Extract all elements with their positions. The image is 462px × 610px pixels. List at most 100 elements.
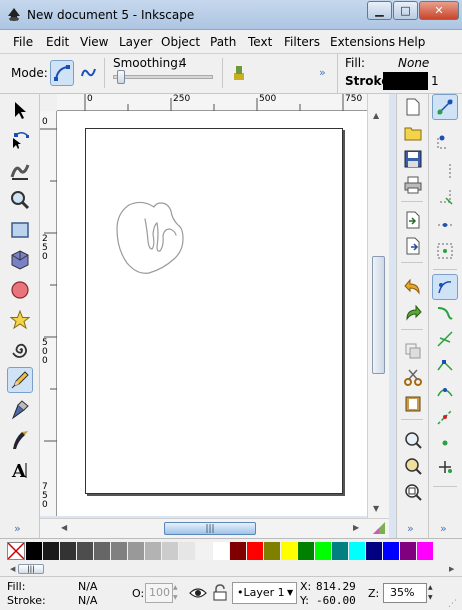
color-swatch[interactable] [349, 542, 365, 560]
undo-button[interactable] [400, 274, 426, 300]
snap-paths-button[interactable] [432, 300, 458, 326]
scroll-down-arrow-icon[interactable]: ▼ [373, 504, 379, 513]
color-swatch[interactable] [247, 542, 263, 560]
zoom-page-button[interactable] [400, 479, 426, 505]
export-button[interactable] [400, 233, 426, 259]
menu-edit[interactable]: Edit [46, 35, 69, 49]
menu-text[interactable]: Text [248, 35, 272, 49]
tool-zoom[interactable] [7, 187, 33, 213]
color-swatch[interactable] [77, 542, 93, 560]
color-swatch[interactable] [230, 542, 246, 560]
snap-toggle-button[interactable] [432, 94, 458, 120]
color-swatch[interactable] [43, 542, 59, 560]
snap-smooth-nodes-button[interactable] [432, 378, 458, 404]
cut-button[interactable] [400, 364, 426, 390]
zoom-selection-button[interactable] [400, 427, 426, 453]
layer-dropdown-arrow-icon[interactable]: ▼ [287, 588, 293, 597]
snap-nodes-button[interactable] [432, 274, 458, 300]
horizontal-scroll-thumb[interactable]: ||| [164, 522, 256, 535]
tool-pen[interactable] [7, 397, 33, 423]
minimize-button[interactable]: ▁ [367, 1, 392, 20]
palette-scroll-right-icon[interactable]: ▶ [449, 565, 454, 573]
color-swatch[interactable] [111, 542, 127, 560]
menu-path[interactable]: Path [210, 35, 236, 49]
tool-star[interactable] [7, 307, 33, 333]
maximize-button[interactable]: □ [393, 1, 418, 20]
commands-more-button[interactable]: » [407, 522, 414, 535]
snap-intersections-button[interactable] [432, 326, 458, 352]
scroll-left-arrow-icon[interactable]: ◀ [61, 523, 67, 532]
menu-view[interactable]: View [80, 35, 108, 49]
shape-options-button[interactable] [227, 60, 251, 86]
tool-3dbox[interactable] [7, 247, 33, 273]
snap-rotation-center-button[interactable] [432, 454, 458, 480]
vertical-ruler[interactable]: 0 2 5 0 5 0 0 7 5 0 [40, 111, 57, 516]
menu-layer[interactable]: Layer [119, 35, 152, 49]
duplicate-button[interactable] [400, 338, 426, 364]
lock-icon[interactable] [212, 584, 228, 601]
close-button[interactable]: ✕ [419, 1, 459, 20]
scroll-right-arrow-icon[interactable]: ▶ [353, 523, 359, 532]
fill-indicator-value[interactable]: None [398, 56, 429, 70]
color-swatch[interactable] [315, 542, 331, 560]
opacity-input[interactable]: 100 [145, 583, 173, 603]
stroke-color-swatch[interactable] [383, 72, 428, 90]
snap-bbox-edge-button[interactable] [432, 158, 458, 184]
color-swatch[interactable] [162, 542, 178, 560]
color-swatch[interactable] [264, 542, 280, 560]
menu-extensions[interactable]: Extensions [330, 35, 395, 49]
snap-more-button[interactable]: » [440, 522, 447, 535]
opacity-spinner[interactable]: ▲ ▼ [173, 583, 182, 603]
color-swatch[interactable] [213, 542, 229, 560]
open-button[interactable] [400, 120, 426, 146]
redo-button[interactable] [400, 300, 426, 326]
snap-bbox-midpoint-button[interactable] [432, 212, 458, 238]
tool-spiral[interactable] [7, 337, 33, 363]
snap-line-midpoints-button[interactable] [432, 404, 458, 430]
menu-help[interactable]: Help [398, 35, 425, 49]
snap-object-midpoints-button[interactable] [432, 430, 458, 456]
print-button[interactable] [400, 172, 426, 198]
color-swatch[interactable] [281, 542, 297, 560]
menu-object[interactable]: Object [161, 35, 200, 49]
freehand-path[interactable] [57, 111, 367, 516]
visibility-eye-icon[interactable] [189, 585, 207, 601]
color-manage-icon[interactable] [372, 521, 386, 535]
toolbox-more-button[interactable]: » [14, 522, 21, 535]
color-swatch[interactable] [332, 542, 348, 560]
color-swatch[interactable] [196, 542, 212, 560]
import-button[interactable] [400, 207, 426, 233]
no-paint-swatch[interactable] [7, 542, 25, 560]
color-swatch[interactable] [145, 542, 161, 560]
more-options-button[interactable]: » [319, 66, 326, 79]
menu-filters[interactable]: Filters [284, 35, 320, 49]
tool-node[interactable] [7, 127, 33, 153]
tool-ellipse[interactable] [7, 277, 33, 303]
snap-bbox-center-button[interactable] [432, 238, 458, 264]
color-swatch[interactable] [417, 542, 433, 560]
save-button[interactable] [400, 146, 426, 172]
snap-bbox-corner-button[interactable] [432, 184, 458, 210]
color-swatch[interactable] [26, 542, 42, 560]
color-swatch[interactable] [128, 542, 144, 560]
new-document-button[interactable] [400, 94, 426, 120]
mode-regular-button[interactable] [50, 60, 74, 86]
vertical-scrollbar[interactable]: ▲ ▼ [367, 94, 389, 518]
vertical-scroll-thumb[interactable] [372, 256, 385, 374]
tool-text[interactable]: A [7, 457, 33, 483]
drawing-canvas[interactable] [57, 111, 367, 516]
scroll-up-arrow-icon[interactable]: ▲ [373, 111, 379, 120]
color-swatch[interactable] [60, 542, 76, 560]
zoom-input[interactable]: 35% [383, 583, 427, 603]
tool-tweak[interactable] [7, 157, 33, 183]
color-swatch[interactable] [400, 542, 416, 560]
color-swatch[interactable] [383, 542, 399, 560]
palette-scrollbar[interactable]: ◀ ||| ▶ [0, 562, 462, 576]
snap-bbox-button[interactable] [432, 128, 458, 154]
stroke-width-value[interactable]: 1 [431, 74, 439, 88]
smoothing-slider-thumb[interactable] [117, 70, 125, 84]
tool-pencil[interactable] [7, 367, 33, 393]
paste-button[interactable] [400, 390, 426, 416]
mode-spiro-button[interactable] [77, 60, 101, 86]
zoom-spinner[interactable]: ▲ ▼ [428, 583, 438, 603]
